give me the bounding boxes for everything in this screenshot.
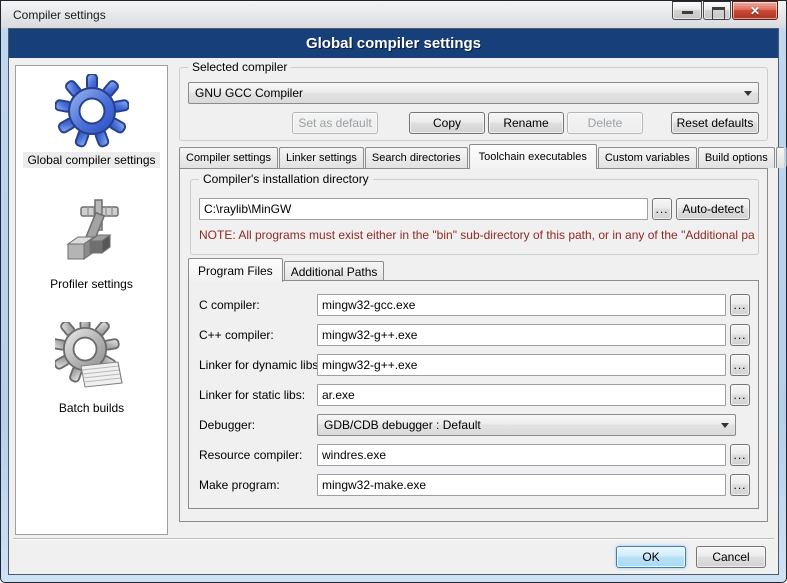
combo-value: GDB/CDB debugger : Default <box>324 418 481 432</box>
installation-directory-group: Compiler's installation directory ... Au… <box>190 179 759 255</box>
main-tabstrip: Compiler settingsLinker settingsSearch d… <box>179 143 773 168</box>
tab-program-files[interactable]: Program Files <box>188 258 283 282</box>
installation-directory-group-label: Compiler's installation directory <box>199 172 373 186</box>
cancel-button[interactable]: Cancel <box>696 546 766 568</box>
sidebar-item-label: Global compiler settings <box>23 152 159 168</box>
browse-button[interactable]: ... <box>730 444 750 466</box>
titlebar[interactable]: Compiler settings <box>1 1 786 28</box>
close-button[interactable] <box>732 1 778 20</box>
program-field-row: Resource compiler:... <box>199 444 750 466</box>
linker-for-dynamic-libs-input[interactable] <box>317 354 726 376</box>
delete-button: Delete <box>567 112 643 134</box>
blue-gear-icon <box>55 74 129 148</box>
field-label: Linker for static libs: <box>199 388 317 402</box>
browse-button[interactable]: ... <box>730 354 750 376</box>
c-compiler-input[interactable] <box>317 324 726 346</box>
compiler-select[interactable]: GNU GCC Compiler <box>188 82 759 104</box>
program-field-row: Make program:... <box>199 474 750 496</box>
program-tabstrip: Program FilesAdditional Paths <box>188 257 385 281</box>
debugger-select[interactable]: GDB/CDB debugger : Default <box>317 414 736 436</box>
tab-toolchain-executables[interactable]: Toolchain executables <box>469 144 597 169</box>
sidebar-item-batch-builds[interactable]: Batch builds <box>55 322 129 416</box>
copy-button[interactable]: Copy <box>409 112 485 134</box>
field-label: Resource compiler: <box>199 448 317 462</box>
tab-search-directories[interactable]: Search directories <box>365 147 468 168</box>
field-label: C++ compiler: <box>199 328 317 342</box>
window-title: Compiler settings <box>13 8 106 22</box>
ok-button[interactable]: OK <box>616 546 686 568</box>
c-compiler-input[interactable] <box>317 294 726 316</box>
maximize-button[interactable] <box>703 1 731 20</box>
gray-gear-stack-icon <box>55 322 129 396</box>
make-program-input[interactable] <box>317 474 726 496</box>
browse-button[interactable]: ... <box>730 474 750 496</box>
toolchain-executables-panel: Compiler's installation directory ... Au… <box>179 168 768 522</box>
installation-directory-input[interactable] <box>199 198 648 220</box>
sidebar-item-profiler-settings[interactable]: Profiler settings <box>46 198 137 292</box>
program-field-row: Linker for dynamic libs:... <box>199 354 750 376</box>
compiler-select-value: GNU GCC Compiler <box>195 86 303 100</box>
program-files-panel: C compiler:...C++ compiler:...Linker for… <box>188 280 759 509</box>
tab-additional-paths[interactable]: Additional Paths <box>284 261 385 281</box>
footer-separator <box>13 538 774 540</box>
linker-for-static-libs-input[interactable] <box>317 384 726 406</box>
sidebar-item-global-compiler-settings[interactable]: Global compiler settings <box>23 74 159 168</box>
selected-compiler-group: Selected compiler GNU GCC Compiler Set a… <box>179 67 768 141</box>
sidebar: Global compiler settings Profiler setting… <box>15 65 168 535</box>
sidebar-item-label: Batch builds <box>55 400 128 416</box>
caption-buttons <box>672 1 778 20</box>
browse-button[interactable]: ... <box>730 324 750 346</box>
tab-build-options[interactable]: Build options <box>698 147 775 168</box>
dialog-header: Global compiler settings <box>9 29 778 58</box>
field-label: Debugger: <box>199 418 317 432</box>
program-field-row: C++ compiler:... <box>199 324 750 346</box>
chevron-down-icon <box>721 423 729 428</box>
installation-browse-button[interactable]: ... <box>652 198 672 220</box>
program-field-row: C compiler:... <box>199 294 750 316</box>
sidebar-item-label: Profiler settings <box>46 276 137 292</box>
tab-compiler-settings[interactable]: Compiler settings <box>179 147 278 168</box>
browse-button[interactable]: ... <box>730 384 750 406</box>
chevron-down-icon <box>744 91 752 96</box>
field-label: Make program: <box>199 478 317 492</box>
tab-overflow-sliver[interactable] <box>776 147 784 168</box>
resource-compiler-input[interactable] <box>317 444 726 466</box>
tab-custom-variables[interactable]: Custom variables <box>598 147 697 168</box>
reset-defaults-button[interactable]: Reset defaults <box>671 112 759 134</box>
dialog-window: Compiler settings Global compiler settin… <box>0 0 787 583</box>
program-field-row: Debugger: GDB/CDB debugger : Default <box>199 414 750 436</box>
install-note: NOTE: All programs must exist either in … <box>199 228 755 242</box>
selected-compiler-group-label: Selected compiler <box>188 60 291 74</box>
rename-button[interactable]: Rename <box>488 112 564 134</box>
field-label: C compiler: <box>199 298 317 312</box>
program-field-row: Linker for static libs:... <box>199 384 750 406</box>
footer: OK Cancel <box>616 546 766 568</box>
compiler-buttons: Set as default CopyRenameDelete Reset defa… <box>188 112 759 134</box>
auto-detect-button[interactable]: Auto-detect <box>676 198 750 220</box>
page-title: Global compiler settings <box>306 35 481 52</box>
caliper-icon <box>54 198 128 272</box>
client-area: Global compiler settings Global compiler… <box>8 28 779 575</box>
tab-linker-settings[interactable]: Linker settings <box>279 147 364 168</box>
field-label: Linker for dynamic libs: <box>199 358 317 372</box>
minimize-button[interactable] <box>672 1 702 20</box>
set-as-default-button: Set as default <box>292 112 378 134</box>
browse-button[interactable]: ... <box>730 294 750 316</box>
installation-directory-row: ... Auto-detect <box>199 198 750 220</box>
